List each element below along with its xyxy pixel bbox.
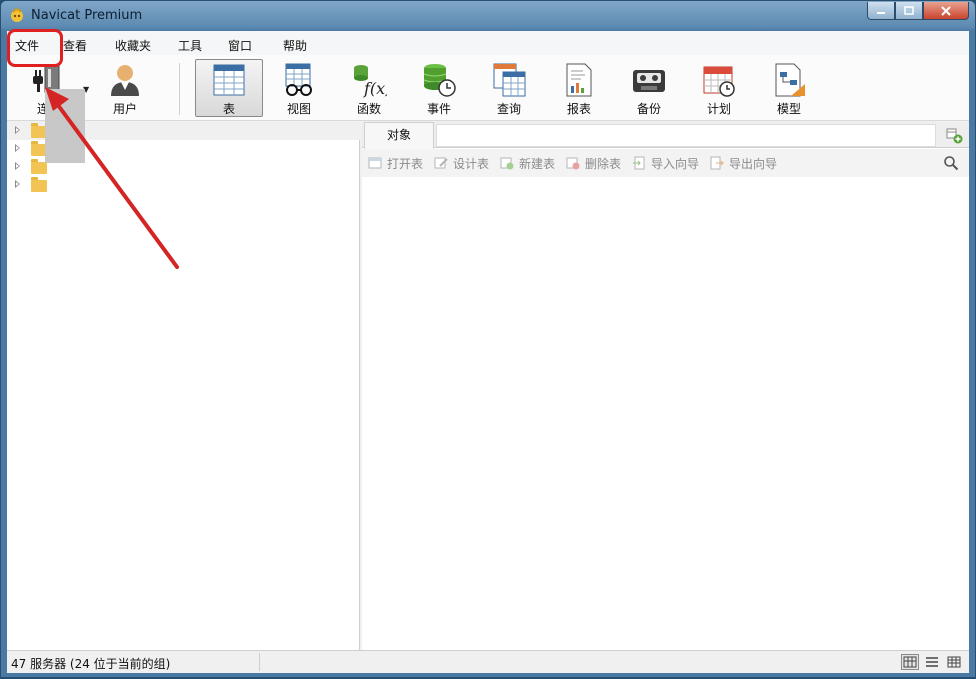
menu-help[interactable]: 帮助 bbox=[283, 37, 307, 54]
toolbar-user-label: 用户 bbox=[112, 102, 137, 116]
folder-icon bbox=[31, 159, 47, 174]
toolbar-function-label: 函数 bbox=[356, 102, 381, 116]
status-text: 47 服务器 (24 位于当前的组) bbox=[11, 657, 171, 671]
toolbar-model-button[interactable]: 模型 bbox=[755, 59, 823, 117]
design-table-label: 设计表 bbox=[453, 156, 490, 171]
detail-view-icon bbox=[947, 656, 961, 668]
toolbar-event-label: 事件 bbox=[426, 102, 451, 116]
toolbar-function-button[interactable]: f(x) 函数 bbox=[335, 59, 403, 117]
expand-arrow-icon[interactable] bbox=[15, 144, 20, 152]
delete-table-label: 删除表 bbox=[585, 156, 622, 171]
tab-bar: 对象 bbox=[362, 122, 969, 149]
function-icon: f(x) bbox=[354, 65, 387, 98]
folder-icon bbox=[31, 177, 47, 192]
toolbar-report-label: 报表 bbox=[566, 102, 591, 116]
expand-arrow-icon[interactable] bbox=[15, 180, 20, 188]
report-icon bbox=[566, 63, 592, 97]
export-wizard-label: 导出向导 bbox=[729, 156, 778, 171]
event-icon bbox=[423, 64, 456, 97]
close-button[interactable] bbox=[923, 2, 969, 20]
menu-bar: 文件 查看 收藏夹 工具 窗口 帮助 bbox=[7, 31, 969, 55]
minimize-icon bbox=[877, 11, 885, 14]
toolbar-query-button[interactable]: 查询 bbox=[475, 59, 543, 117]
table-icon bbox=[213, 64, 245, 96]
toolbar-event-button[interactable]: 事件 bbox=[405, 59, 473, 117]
toolbar-schedule-label: 计划 bbox=[706, 102, 731, 116]
import-wizard-label: 导入向导 bbox=[651, 156, 700, 171]
menu-view[interactable]: 查看 bbox=[63, 37, 87, 54]
open-table-icon bbox=[368, 157, 382, 169]
new-table-label: 新建表 bbox=[519, 156, 556, 171]
export-icon bbox=[710, 156, 724, 170]
main-toolbar: 连接 ▼ 用户 表 bbox=[7, 55, 969, 121]
redacted-region bbox=[45, 89, 85, 163]
close-icon bbox=[941, 5, 951, 16]
toolbar-query-label: 查询 bbox=[496, 102, 521, 116]
toolbar-backup-button[interactable]: 备份 bbox=[615, 59, 683, 117]
add-tab-icon[interactable] bbox=[945, 126, 963, 144]
backup-tape-icon bbox=[633, 70, 665, 92]
toolbar-view-label: 视图 bbox=[286, 102, 311, 116]
toolbar-view-button[interactable]: 视图 bbox=[265, 59, 333, 117]
grid-view-icon bbox=[903, 656, 917, 668]
navicat-logo-icon bbox=[11, 8, 23, 22]
list-view-icon bbox=[926, 657, 938, 667]
delete-table-button[interactable]: 删除表 bbox=[566, 155, 621, 171]
tab-strip bbox=[436, 124, 936, 147]
model-icon bbox=[775, 63, 805, 97]
search-icon[interactable] bbox=[943, 155, 959, 171]
schedule-calendar-icon bbox=[703, 66, 735, 97]
view-glasses-icon bbox=[285, 63, 312, 96]
menu-window[interactable]: 窗口 bbox=[228, 37, 252, 54]
client-area: 文件 查看 收藏夹 工具 窗口 帮助 连接 ▼ bbox=[7, 31, 969, 673]
toolbar-schedule-button[interactable]: 计划 bbox=[685, 59, 753, 117]
open-table-button[interactable]: 打开表 bbox=[368, 155, 423, 171]
toolbar-report-button[interactable]: 报表 bbox=[545, 59, 613, 117]
delete-table-icon bbox=[566, 157, 580, 170]
maximize-icon bbox=[904, 6, 914, 15]
list-view-button[interactable] bbox=[923, 654, 941, 670]
annotation-highlight-box bbox=[7, 29, 63, 67]
import-wizard-button[interactable]: 导入向导 bbox=[632, 155, 699, 171]
object-toolbar: 打开表 设计表 新建表 删除表 导入向导 导出向导 bbox=[362, 149, 969, 177]
expand-arrow-icon[interactable] bbox=[15, 126, 20, 134]
user-icon bbox=[111, 65, 139, 96]
object-pane: 对象 打开表 设计表 新建表 删除表 导入向导 导出向导 bbox=[362, 122, 969, 650]
tab-objects[interactable]: 对象 bbox=[364, 122, 434, 149]
design-table-icon bbox=[434, 157, 448, 169]
export-wizard-button[interactable]: 导出向导 bbox=[710, 155, 777, 171]
title-bar[interactable]: Navicat Premium bbox=[1, 1, 975, 31]
status-divider bbox=[259, 653, 260, 671]
toolbar-table-label: 表 bbox=[222, 102, 235, 116]
connection-tree[interactable] bbox=[7, 122, 360, 650]
tree-item[interactable] bbox=[7, 176, 360, 194]
toolbar-model-label: 模型 bbox=[776, 102, 801, 116]
expand-arrow-icon[interactable] bbox=[15, 162, 20, 170]
new-table-button[interactable]: 新建表 bbox=[500, 155, 555, 171]
status-bar: 47 服务器 (24 位于当前的组) bbox=[7, 650, 969, 673]
menu-tools[interactable]: 工具 bbox=[178, 37, 202, 54]
toolbar-user-button[interactable]: 用户 bbox=[91, 59, 159, 117]
toolbar-table-button[interactable]: 表 bbox=[195, 59, 263, 117]
menu-favorites[interactable]: 收藏夹 bbox=[115, 37, 151, 54]
open-table-label: 打开表 bbox=[387, 156, 424, 171]
svg-text:f(x): f(x) bbox=[363, 79, 387, 98]
grid-view-button[interactable] bbox=[901, 654, 919, 670]
toolbar-separator bbox=[179, 63, 180, 115]
maximize-button[interactable] bbox=[895, 2, 923, 20]
design-table-button[interactable]: 设计表 bbox=[434, 155, 489, 171]
minimize-button[interactable] bbox=[867, 2, 895, 20]
detail-view-button[interactable] bbox=[945, 654, 963, 670]
import-icon bbox=[633, 156, 645, 170]
new-table-icon bbox=[500, 157, 514, 170]
window-title: Navicat Premium bbox=[31, 8, 143, 23]
app-window: Navicat Premium 文件 查看 收藏夹 工具 窗口 帮助 ▼ 用户 … bbox=[0, 0, 976, 678]
toolbar-backup-label: 备份 bbox=[636, 102, 661, 116]
query-icon bbox=[493, 63, 526, 97]
